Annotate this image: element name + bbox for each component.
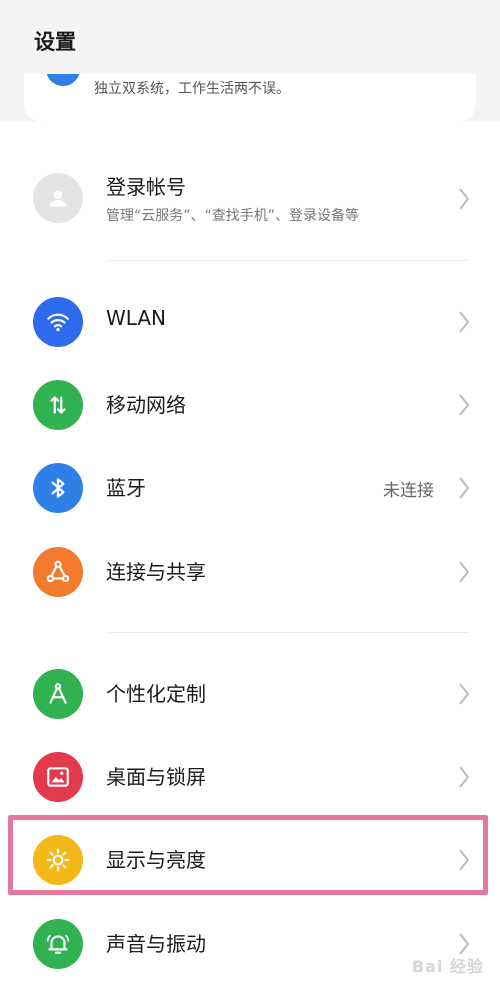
page-title: 设置 (34, 30, 76, 54)
watermark: Bai 经验 (411, 957, 484, 976)
divider (106, 632, 468, 633)
share-icon (33, 547, 83, 597)
display-brightness-row[interactable]: 显示与亮度 (0, 818, 500, 902)
personalization-label: 个性化定制 (106, 682, 206, 706)
login-account-title: 登录帐号 (106, 175, 186, 199)
chevron-right-icon (459, 188, 470, 210)
dual-system-description: 独立双系统，工作生活两不误。 (94, 81, 290, 97)
chevron-right-icon (459, 561, 470, 583)
connection-sharing-label: 连接与共享 (106, 560, 206, 584)
chevron-right-icon (459, 394, 470, 416)
desktop-lockscreen-label: 桌面与锁屏 (106, 765, 206, 789)
login-account-subtitle: 管理“云服务”、“查找手机”、登录设备等 (106, 208, 360, 224)
sound-vibration-label: 声音与振动 (106, 932, 206, 956)
compass-icon (33, 669, 83, 719)
bluetooth-icon (33, 463, 83, 513)
bell-icon (33, 919, 83, 969)
user-icon (33, 173, 83, 223)
bluetooth-status: 未连接 (383, 481, 434, 501)
wlan-row[interactable]: WLAN (0, 280, 500, 364)
login-account-row[interactable]: 登录帐号 管理“云服务”、“查找手机”、登录设备等 (0, 153, 500, 243)
connection-sharing-row[interactable]: 连接与共享 (0, 530, 500, 614)
wlan-label: WLAN (106, 306, 167, 330)
bluetooth-row[interactable]: 蓝牙 未连接 (0, 446, 500, 530)
chevron-right-icon (459, 849, 470, 871)
display-brightness-label: 显示与亮度 (106, 848, 206, 872)
chevron-right-icon (459, 311, 470, 333)
mobile-network-row[interactable]: 移动网络 (0, 363, 500, 447)
brightness-icon (33, 835, 83, 885)
image-icon (33, 752, 83, 802)
personalization-row[interactable]: 个性化定制 (0, 652, 500, 736)
wifi-icon (33, 297, 83, 347)
divider (106, 260, 468, 261)
mobile-network-label: 移动网络 (106, 393, 186, 417)
bluetooth-label: 蓝牙 (106, 476, 146, 500)
chevron-right-icon (459, 683, 470, 705)
mobile-data-icon (33, 380, 83, 430)
header: 设置 (0, 0, 500, 74)
chevron-right-icon (459, 766, 470, 788)
chevron-right-icon (459, 477, 470, 499)
desktop-lockscreen-row[interactable]: 桌面与锁屏 (0, 735, 500, 819)
